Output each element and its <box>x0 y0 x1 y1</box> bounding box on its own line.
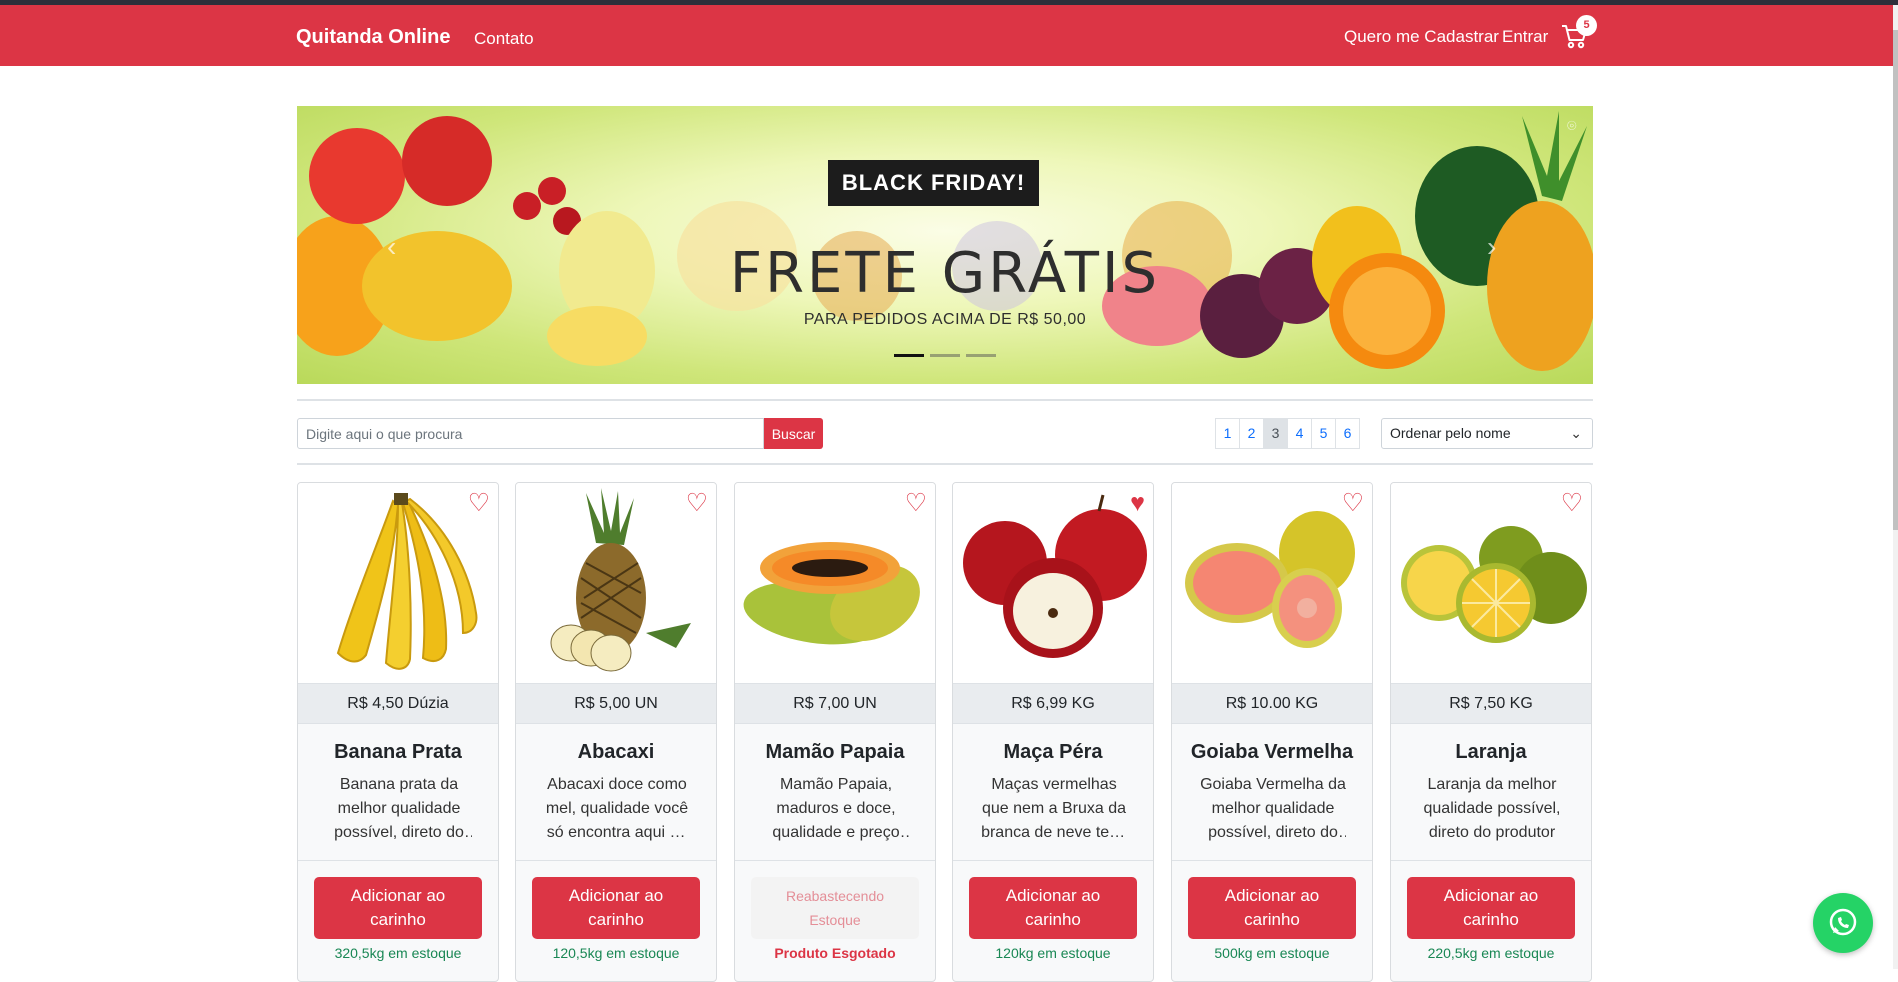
product-price: R$ 7,00 UN <box>735 683 935 724</box>
favorite-heart-icon[interactable]: ♡ <box>1342 491 1364 516</box>
product-card: ♡ R$ 4,50 Dúzia Banana Prata Banana prat… <box>297 482 499 982</box>
card-divider <box>1172 860 1372 861</box>
page-scrollbar-thumb[interactable] <box>1893 30 1898 530</box>
banner-subline: PARA PEDIDOS ACIMA DE R$ 50,00 <box>803 311 1087 328</box>
brand-logo[interactable]: Quitanda Online <box>296 26 450 49</box>
product-name: Abacaxi <box>577 741 655 763</box>
stock-status: 220,5kg em estoque <box>1427 945 1555 961</box>
page-link-5[interactable]: 5 <box>1311 418 1336 449</box>
add-to-cart-button[interactable]: Adicionar ao carinho <box>1188 877 1356 939</box>
divider-bottom <box>297 463 1593 465</box>
navbar: Quitanda Online Contato Quero me Cadastr… <box>0 5 1893 66</box>
product-description: Maças vermelhas que nem a Bruxa da branc… <box>981 776 1127 841</box>
card-divider <box>953 860 1153 861</box>
nav-link-cadastrar[interactable]: Quero me Cadastrar <box>1344 27 1499 47</box>
page-link-2[interactable]: 2 <box>1239 418 1264 449</box>
promo-carousel: ‹ › ⌾ BLACK FRIDAY! FRETE GRÁTIS PARA PE… <box>297 106 1593 384</box>
cart-count-badge: 5 <box>1576 15 1597 36</box>
add-to-cart-button[interactable]: Adicionar ao carinho <box>969 877 1137 939</box>
product-card: ♡ R$ 7,00 UN Mamão Papaia Mamão Papaia, … <box>734 482 936 982</box>
card-divider <box>516 860 716 861</box>
add-to-cart-button[interactable]: Adicionar ao carinho <box>532 877 700 939</box>
card-divider <box>1391 860 1591 861</box>
search-button[interactable]: Buscar <box>764 418 823 449</box>
page-link-1[interactable]: 1 <box>1215 418 1240 449</box>
whatsapp-icon <box>1829 908 1857 936</box>
product-price: R$ 6,99 KG <box>953 683 1153 724</box>
product-card: ♡ R$ 7,50 KG Laranja Laranja da melhor q… <box>1390 482 1592 982</box>
camera-icon: ⌾ <box>1567 118 1577 135</box>
add-to-cart-button[interactable]: Adicionar ao carinho <box>314 877 482 939</box>
product-name: Banana Prata <box>334 741 462 763</box>
favorite-heart-icon[interactable]: ♡ <box>1561 491 1583 516</box>
search-input[interactable] <box>297 418 764 449</box>
chevron-down-icon: ⌄ <box>1570 425 1582 441</box>
carousel-indicator-3[interactable] <box>966 354 996 357</box>
sort-selected-label: Ordenar pelo nome <box>1390 425 1511 441</box>
stock-status: 120,5kg em estoque <box>552 945 680 961</box>
product-price: R$ 5,00 UN <box>516 683 716 724</box>
card-divider <box>298 860 498 861</box>
nav-link-entrar[interactable]: Entrar <box>1502 27 1548 47</box>
product-card: ♡ R$ 5,00 UN Abacaxi Abacaxi doce como m… <box>515 482 717 982</box>
add-to-cart-button[interactable]: Adicionar ao carinho <box>1407 877 1575 939</box>
product-price: R$ 7,50 KG <box>1391 683 1591 724</box>
banner-headline: FRETE GRÁTIS <box>729 241 1161 306</box>
product-price: R$ 10.00 KG <box>1172 683 1372 724</box>
product-description: Abacaxi doce como mel, qualidade você só… <box>545 776 689 841</box>
product-description: Banana prata da melhor qualidade possíve… <box>334 776 464 841</box>
pagination: 1 2 3 4 5 6 <box>1215 418 1360 449</box>
product-price: R$ 4,50 Dúzia <box>298 683 498 724</box>
favorite-heart-icon[interactable]: ♥ <box>1130 491 1145 516</box>
black-friday-badge: BLACK FRIDAY! <box>828 160 1039 206</box>
restocking-button: Reabastecendo Estoque <box>751 877 919 939</box>
product-name: Goiaba Vermelha <box>1190 741 1354 763</box>
stock-status: 500kg em estoque <box>1214 945 1330 961</box>
divider-top <box>297 399 1593 401</box>
stock-status: 320,5kg em estoque <box>334 945 462 961</box>
product-name: Mamão Papaia <box>765 741 905 763</box>
product-name: Laranja <box>1455 741 1527 763</box>
carousel-indicator-1[interactable] <box>894 354 924 357</box>
favorite-heart-icon[interactable]: ♡ <box>686 491 708 516</box>
page-link-4[interactable]: 4 <box>1287 418 1312 449</box>
apple-image <box>953 483 1153 683</box>
product-name: Maça Péra <box>1003 741 1103 763</box>
nav-link-contato[interactable]: Contato <box>474 29 534 49</box>
product-card: ♡ R$ 10.00 KG Goiaba Vermelha Goiaba Ver… <box>1171 482 1373 982</box>
page-link-3[interactable]: 3 <box>1263 418 1288 449</box>
whatsapp-button[interactable] <box>1813 893 1873 953</box>
product-description: Goiaba Vermelha da melhor qualidade poss… <box>1200 776 1346 841</box>
favorite-heart-icon[interactable]: ♡ <box>905 491 927 516</box>
page-link-6[interactable]: 6 <box>1335 418 1360 449</box>
product-description: Laranja da melhor qualidade possível, di… <box>1423 776 1561 841</box>
stock-status: Produto Esgotado <box>774 945 896 961</box>
stock-status: 120kg em estoque <box>995 945 1111 961</box>
product-card: ♥ R$ 6,99 KG Maça Péra Maças vermelhas q… <box>952 482 1154 982</box>
carousel-indicator-2[interactable] <box>930 354 960 357</box>
card-divider <box>735 860 935 861</box>
favorite-heart-icon[interactable]: ♡ <box>468 491 490 516</box>
sort-select[interactable]: Ordenar pelo nome ⌄ <box>1381 418 1593 449</box>
product-description: Mamão Papaia, maduros e doce, qualidade … <box>772 776 900 841</box>
